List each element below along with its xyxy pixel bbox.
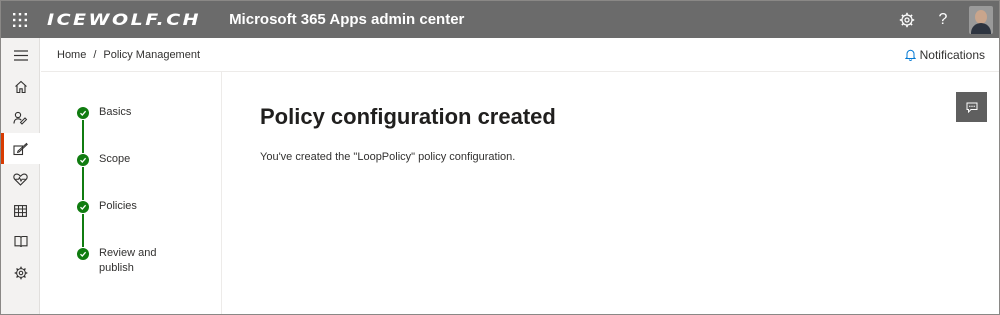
top-bar: ICEWOLF.CH Microsoft 365 Apps admin cent… — [1, 1, 999, 38]
avatar-head — [975, 9, 987, 24]
main-content: Policy configuration created You've crea… — [222, 72, 999, 314]
wizard-step-basics[interactable]: Basics — [77, 105, 169, 120]
checkmark-icon — [77, 154, 89, 166]
help-glyph: ? — [938, 10, 948, 28]
step-connector — [82, 120, 84, 153]
step-label: Review and publish — [99, 247, 157, 274]
app-window: ICEWOLF.CH Microsoft 365 Apps admin cent… — [0, 0, 1000, 315]
wizard-steps: Basics Scope Policies Review and publish — [41, 72, 222, 314]
top-right-controls: ? — [889, 1, 999, 38]
breadcrumb: Home / Policy Management Notifications — [41, 38, 999, 72]
checkmark-icon — [77, 248, 89, 260]
waffle-icon[interactable] — [1, 1, 39, 38]
checkmark-icon — [77, 201, 89, 213]
bell-icon — [904, 49, 916, 61]
wizard-step-policies[interactable]: Policies — [77, 199, 169, 214]
avatar[interactable] — [969, 5, 993, 34]
book-icon[interactable] — [1, 226, 40, 257]
people-icon[interactable] — [1, 102, 40, 133]
brand-logo[interactable]: ICEWOLF.CH — [47, 1, 201, 38]
breadcrumb-separator: / — [93, 48, 97, 61]
page-description: You've created the "LoopPolicy" policy c… — [260, 151, 516, 163]
breadcrumb-current[interactable]: Policy Management — [103, 49, 200, 61]
wizard-step-review-and-publish[interactable]: Review and publish — [77, 246, 169, 276]
left-nav — [1, 38, 40, 314]
gear-icon[interactable] — [1, 257, 40, 288]
feedback-button[interactable] — [956, 92, 987, 122]
policy-icon[interactable] — [1, 133, 40, 164]
hamburger-icon[interactable] — [1, 40, 40, 71]
grid-icon[interactable] — [1, 195, 40, 226]
notifications-label: Notifications — [919, 48, 985, 62]
home-icon[interactable] — [1, 71, 40, 102]
feedback-icon — [966, 102, 977, 113]
gear-icon[interactable] — [889, 1, 925, 38]
health-icon[interactable] — [1, 164, 40, 195]
step-label: Policies — [99, 200, 137, 212]
checkmark-icon — [77, 107, 89, 119]
help-icon[interactable]: ? — [925, 1, 961, 38]
avatar-body — [971, 22, 991, 34]
step-connector — [82, 167, 84, 200]
page-title: Policy configuration created — [260, 104, 556, 129]
notifications-button[interactable]: Notifications — [904, 38, 985, 72]
app-title[interactable]: Microsoft 365 Apps admin center — [229, 11, 464, 28]
wizard-step-scope[interactable]: Scope — [77, 152, 169, 167]
step-label: Basics — [99, 106, 132, 118]
breadcrumb-home[interactable]: Home — [57, 49, 86, 61]
brand-text: ICEWOLF.CH — [47, 10, 202, 29]
step-label: Scope — [99, 153, 131, 165]
step-connector — [82, 214, 84, 247]
